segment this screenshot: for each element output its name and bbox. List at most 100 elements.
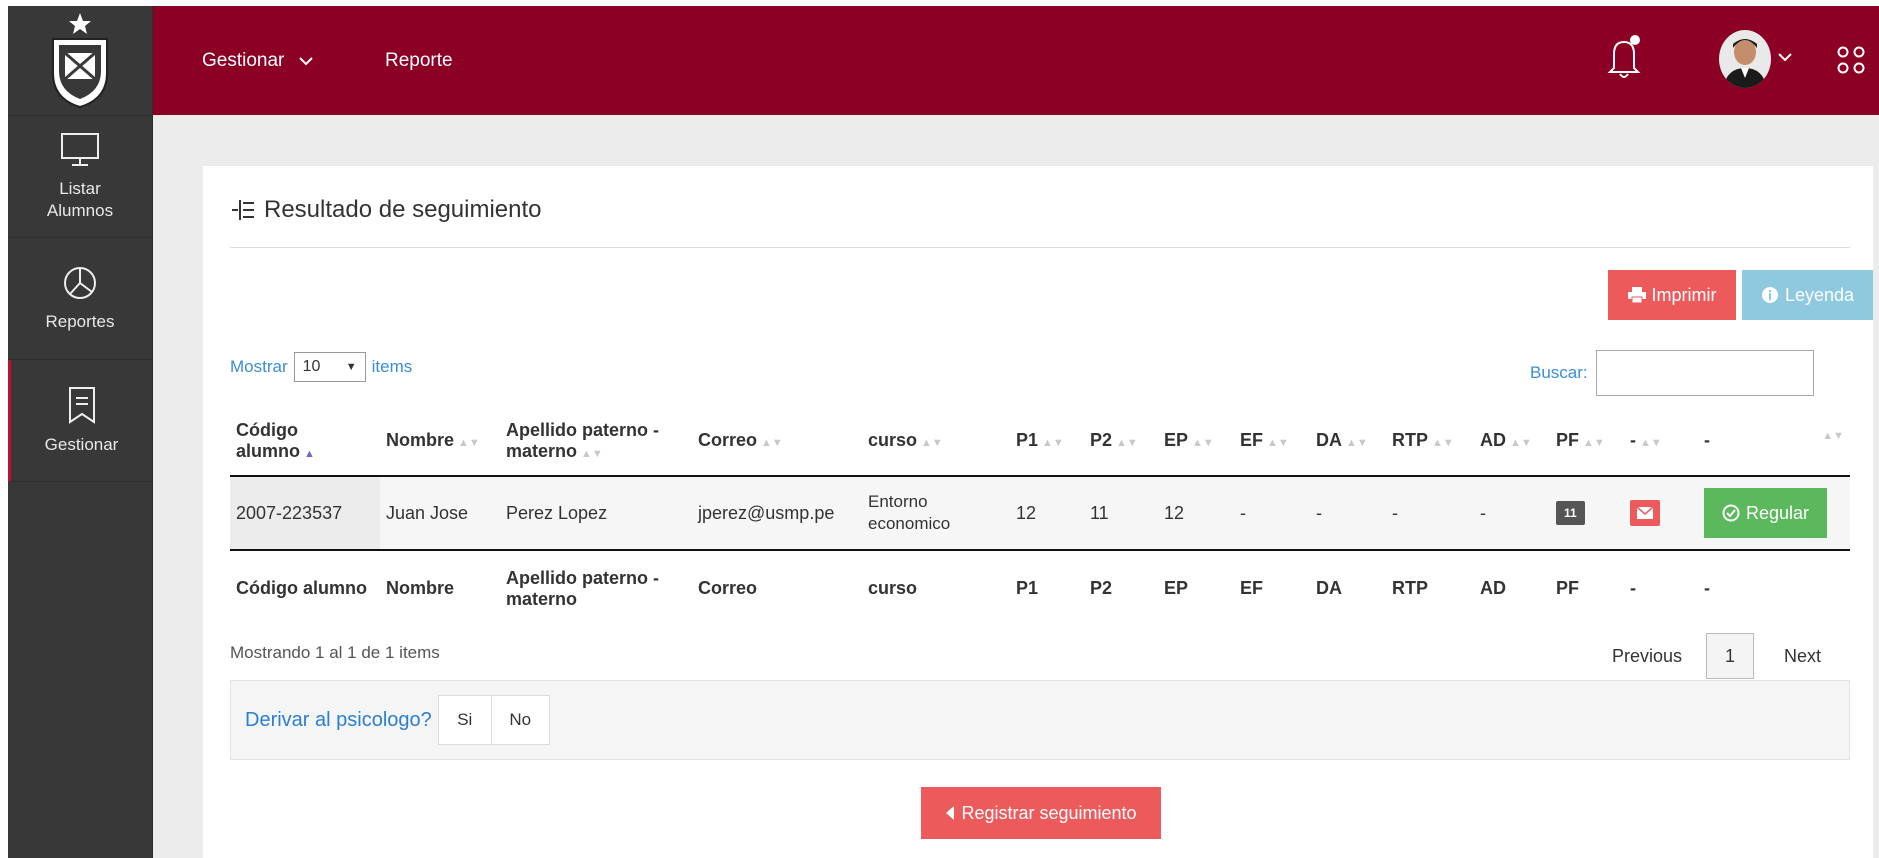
crest-icon [52, 12, 108, 108]
register-button-label: Registrar seguimiento [961, 802, 1137, 823]
search-control: Buscar: [1530, 350, 1814, 396]
page-length-control: Mostrar 10 ▼ items [230, 352, 412, 382]
sort-icon: ▲▼ [921, 437, 943, 449]
sort-icon: ▲▼ [1640, 437, 1662, 449]
col-da[interactable]: DA ▲▼ [1310, 406, 1386, 477]
sort-icon: ▲▼ [761, 437, 783, 449]
col-apellido[interactable]: Apellido paterno - materno ▲▼ [500, 406, 692, 477]
next-button[interactable]: Next [1784, 646, 1821, 667]
title-divider [230, 247, 1850, 248]
col-p1[interactable]: P1 ▲▼ [1010, 406, 1084, 477]
sort-icon: ▲▼ [581, 447, 603, 460]
bookmark-icon [68, 386, 95, 424]
sort-icon: ▲▼ [1583, 437, 1605, 449]
cell-p2: 11 [1084, 476, 1158, 550]
check-circle-icon [1722, 504, 1740, 522]
cell-rtp: - [1386, 476, 1474, 550]
derivar-no-button[interactable]: No [491, 695, 550, 745]
apps-grid-icon[interactable] [1837, 46, 1865, 74]
derivar-panel: Derivar al psicologo? Si No [230, 680, 1850, 760]
foot-ef: EF [1234, 549, 1310, 626]
search-input[interactable] [1595, 350, 1814, 396]
user-photo [1719, 30, 1771, 88]
derivar-question: Derivar al psicologo? [245, 708, 432, 731]
col-rtp[interactable]: RTP ▲▼ [1386, 406, 1474, 477]
derivar-yes-button[interactable]: Si [437, 695, 492, 745]
col-pf[interactable]: PF ▲▼ [1550, 406, 1624, 477]
sort-icon: ▲▼ [1267, 437, 1289, 449]
university-logo[interactable] [8, 6, 152, 116]
cell-pf: 11 [1550, 476, 1624, 550]
col-ep[interactable]: EP ▲▼ [1158, 406, 1234, 477]
foot-apellido: Apellido paterno - materno [500, 549, 692, 626]
foot-p2: P2 [1084, 549, 1158, 626]
avatar[interactable] [1719, 30, 1771, 88]
col-dash-1[interactable]: - ▲▼ [1624, 406, 1698, 477]
cell-ef: - [1234, 476, 1310, 550]
sidebar-item-reportes[interactable]: Reportes [8, 238, 152, 360]
foot-rtp: RTP [1386, 549, 1474, 626]
table-row: 2007-223537 Juan Jose Perez Lopez jperez… [230, 476, 1850, 550]
info-icon [1761, 287, 1778, 303]
nav-gestionar[interactable]: Gestionar [202, 50, 314, 72]
show-suffix: items [371, 357, 413, 376]
col-nombre[interactable]: Nombre ▲▼ [380, 406, 500, 477]
foot-nombre: Nombre [380, 549, 500, 626]
print-button[interactable]: Imprimir [1608, 270, 1736, 320]
cell-ep: 12 [1158, 476, 1234, 550]
legend-button-label: Leyenda [1784, 284, 1855, 305]
foot-curso: curso [862, 549, 1010, 626]
foot-dash-1: - [1624, 549, 1698, 626]
cell-nombre: Juan Jose [380, 476, 500, 550]
email-button[interactable] [1630, 500, 1660, 526]
sort-asc-icon: ▲ [304, 447, 315, 460]
monitor-icon [61, 133, 99, 167]
sidebar-item-label: Reportes [45, 311, 115, 331]
list-indent-icon [232, 200, 254, 220]
page-button-1[interactable]: 1 [1706, 633, 1755, 679]
regular-button[interactable]: Regular [1704, 488, 1828, 538]
col-ef[interactable]: EF ▲▼ [1234, 406, 1310, 477]
sort-icon: ▲▼ [458, 437, 480, 449]
foot-pf: PF [1550, 549, 1624, 626]
col-ad[interactable]: AD ▲▼ [1474, 406, 1550, 477]
sort-icon: ▲▼ [1432, 437, 1454, 449]
printer-icon [1627, 287, 1646, 303]
table-footer-row: Código alumno Nombre Apellido paterno - … [230, 549, 1850, 626]
previous-button[interactable]: Previous [1612, 646, 1682, 667]
sort-icon: ▲▼ [1346, 437, 1368, 449]
sort-icon: ▲▼ [1510, 437, 1532, 449]
col-p2[interactable]: P2 ▲▼ [1084, 406, 1158, 477]
sort-icon: ▲▼ [1116, 437, 1138, 449]
bell-icon[interactable] [1607, 34, 1641, 80]
top-navbar: Gestionar Reporte [153, 6, 1879, 115]
chevron-down-icon[interactable] [1777, 52, 1793, 62]
col-curso[interactable]: curso ▲▼ [862, 406, 1010, 477]
regular-button-label: Regular [1746, 502, 1810, 523]
foot-da: DA [1310, 549, 1386, 626]
foot-correo: Correo [692, 549, 862, 626]
foot-codigo: Código alumno [230, 549, 380, 626]
col-correo[interactable]: Correo ▲▼ [692, 406, 862, 477]
print-button-label: Imprimir [1651, 284, 1717, 305]
page-length-value: 10 [302, 358, 321, 375]
foot-p1: P1 [1010, 549, 1084, 626]
sidebar-item-label: Listar Alumnos [46, 179, 114, 220]
col-dash-2[interactable]: - ▲▼ [1698, 406, 1850, 477]
foot-ad: AD [1474, 549, 1550, 626]
sort-icon: ▲▼ [1192, 437, 1214, 449]
register-followup-button[interactable]: Registrar seguimiento [921, 787, 1161, 839]
nav-gestionar-label: Gestionar [202, 50, 285, 71]
nav-reporte[interactable]: Reporte [385, 50, 453, 72]
sidebar-item-gestionar[interactable]: Gestionar [8, 360, 152, 482]
sidebar-item-listar-alumnos[interactable]: Listar Alumnos [8, 116, 152, 238]
caret-left-icon [946, 806, 955, 820]
legend-button[interactable]: Leyenda [1742, 270, 1873, 320]
cell-action: Regular [1698, 476, 1850, 550]
cell-curso: Entorno economico [862, 476, 1010, 550]
foot-ep: EP [1158, 549, 1234, 626]
sidebar: Listar Alumnos Reportes Gestionar [8, 6, 153, 858]
col-codigo[interactable]: Código alumno ▲ [230, 406, 380, 477]
page-length-select[interactable]: 10 ▼ [293, 352, 366, 382]
cell-da: - [1310, 476, 1386, 550]
